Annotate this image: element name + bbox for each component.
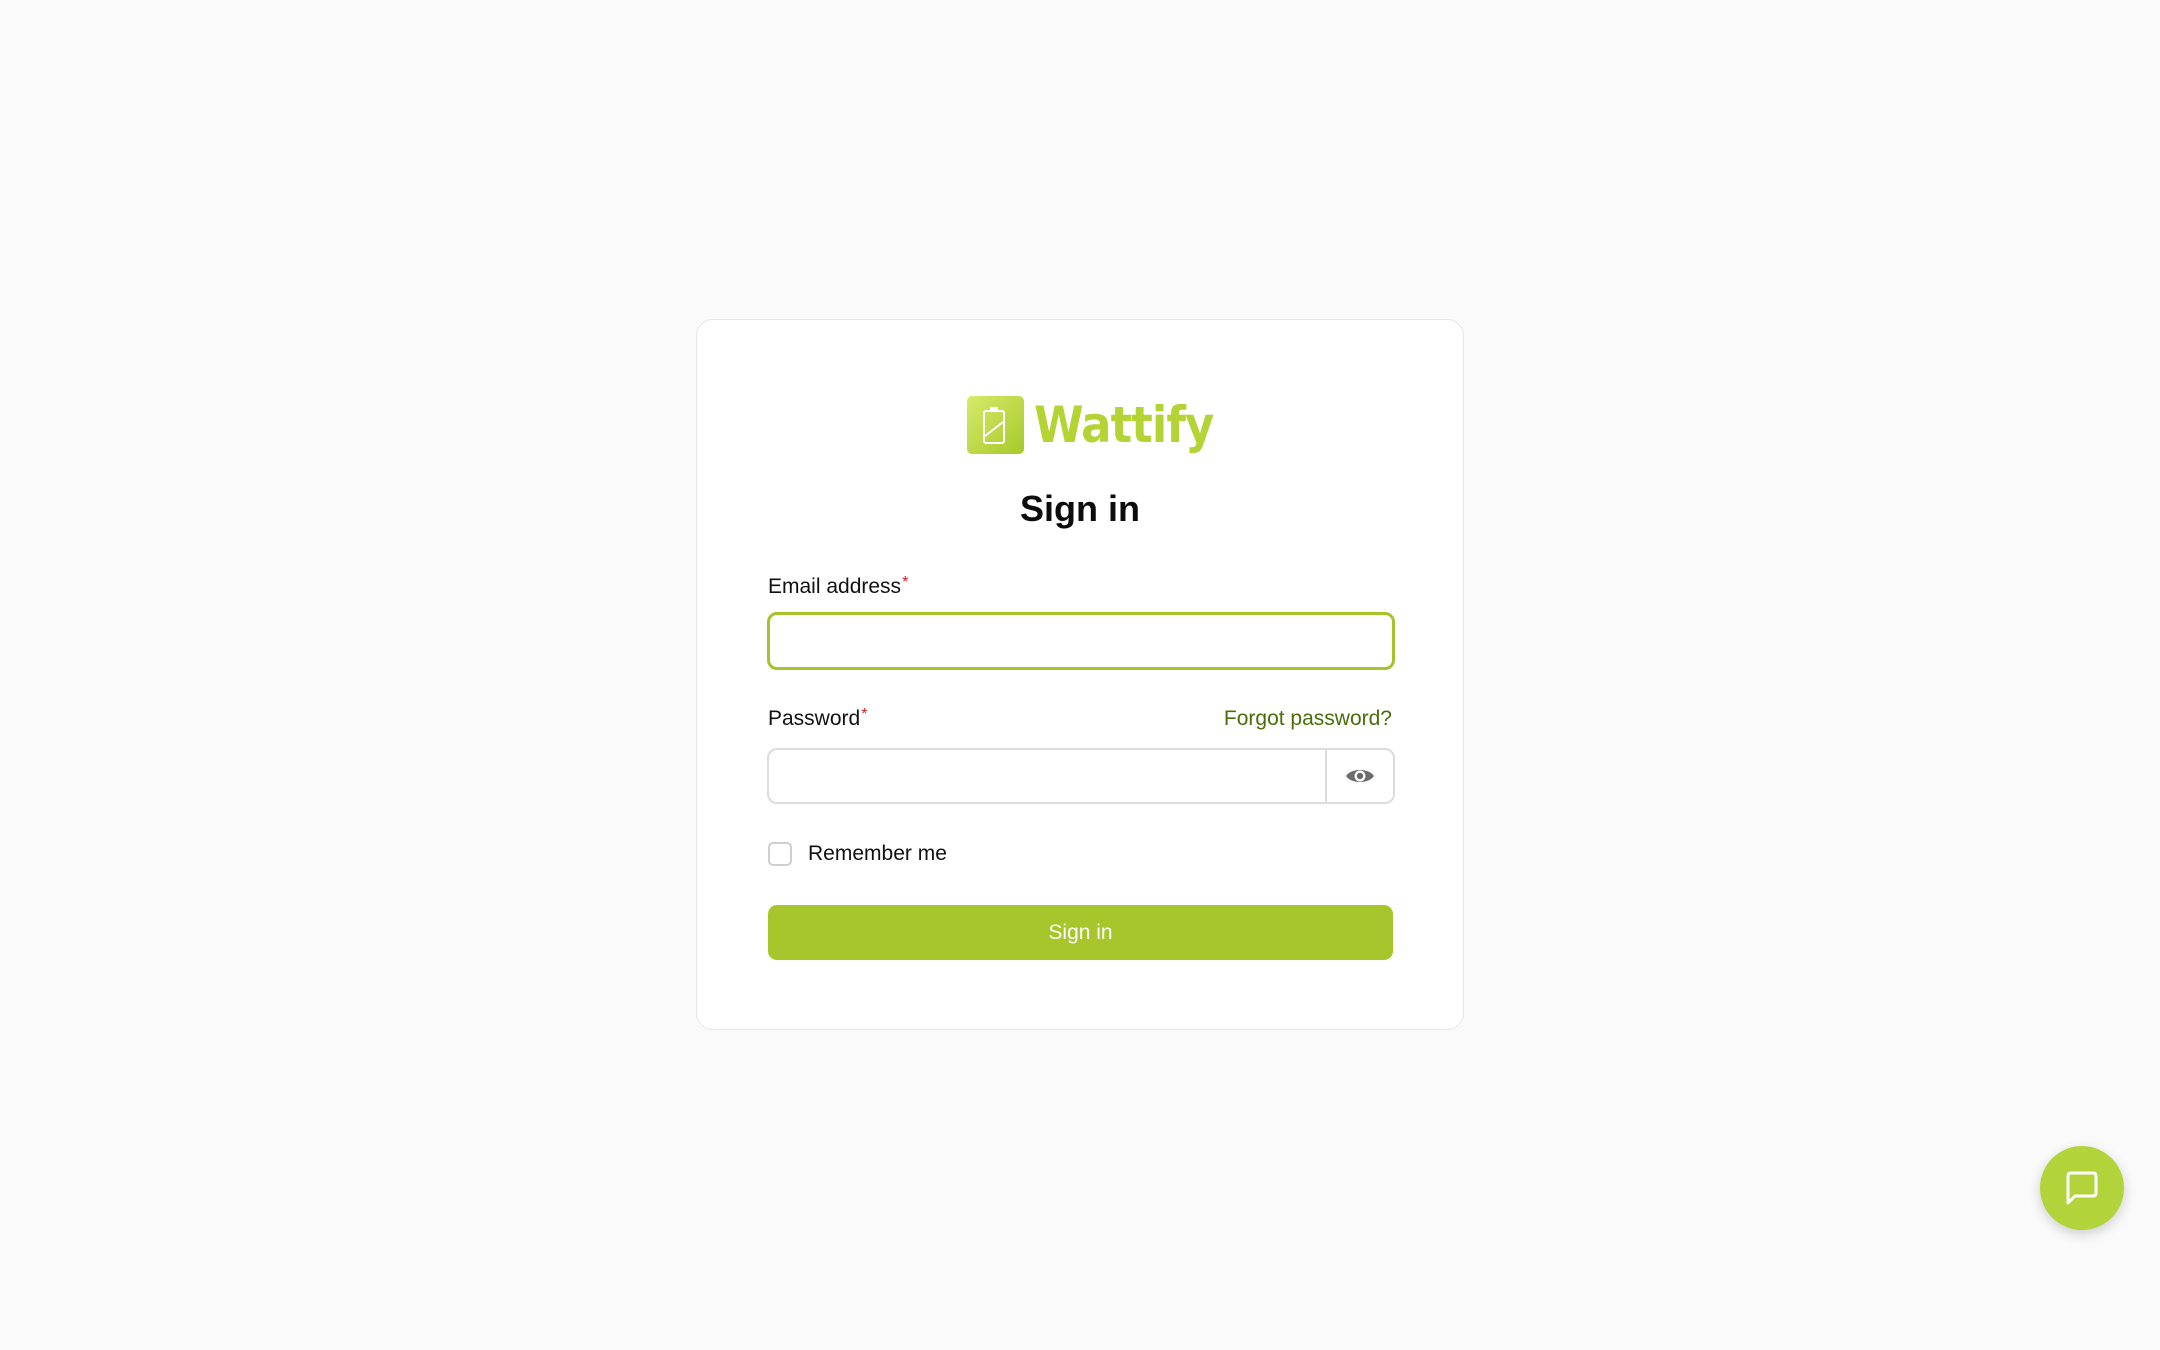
password-label-text: Password xyxy=(768,707,861,730)
brand-name: Wattify xyxy=(1034,396,1214,454)
email-input[interactable] xyxy=(767,612,1395,670)
email-label-text: Email address xyxy=(768,575,902,598)
brand-logo: Wattify xyxy=(967,396,1233,454)
battery-icon xyxy=(967,396,1024,454)
remember-me-checkbox[interactable] xyxy=(768,842,792,866)
sign-in-button[interactable]: Sign in xyxy=(768,905,1393,960)
password-input[interactable] xyxy=(769,750,1325,802)
eye-icon xyxy=(1346,770,1374,782)
page-title: Sign in xyxy=(1020,488,1140,529)
email-required-mark: * xyxy=(902,574,909,591)
forgot-password-link[interactable]: Forgot password? xyxy=(1224,706,1392,732)
password-required-mark: * xyxy=(861,706,868,723)
remember-me-label[interactable]: Remember me xyxy=(808,841,947,867)
remember-me-row: Remember me xyxy=(768,840,947,868)
password-field xyxy=(767,748,1395,804)
password-label: Password* xyxy=(768,706,867,732)
show-password-button[interactable] xyxy=(1325,750,1393,802)
email-label: Email address* xyxy=(768,574,908,600)
sign-in-card: Wattify Sign in Email address* Password*… xyxy=(696,319,1464,1030)
chat-bubble-icon xyxy=(2066,1171,2098,1205)
chat-button[interactable] xyxy=(2040,1146,2124,1230)
